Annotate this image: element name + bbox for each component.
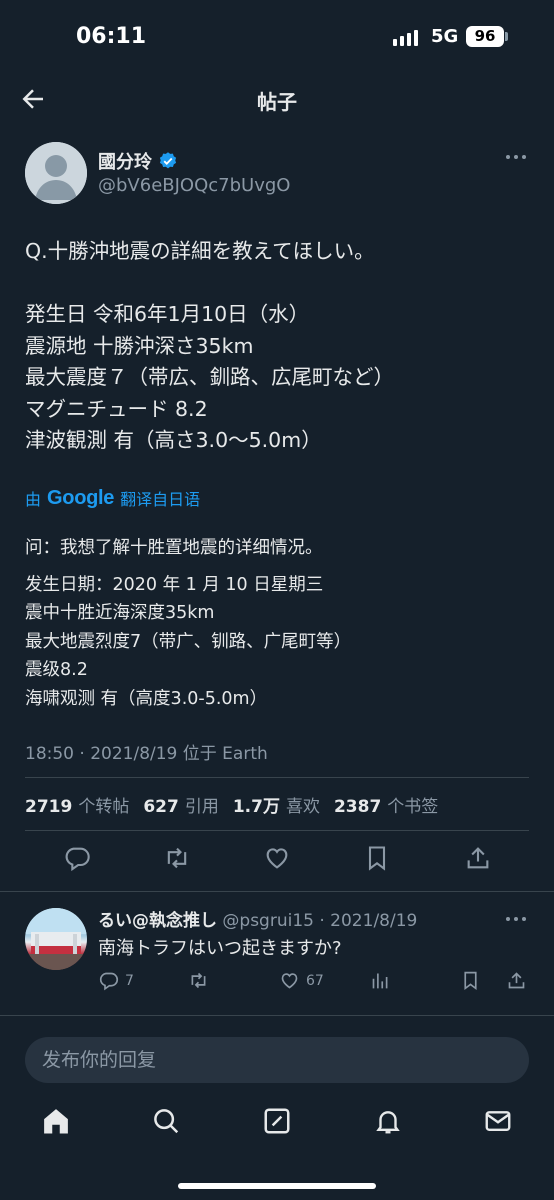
translated-line: 发生日期：2020 年 1 月 10 日星期三 <box>25 574 324 595</box>
translated-line: 震级8.2 <box>25 660 88 680</box>
share-icon[interactable] <box>464 844 492 872</box>
bookmark-icon <box>460 970 481 991</box>
battery-tip <box>505 32 508 41</box>
translated-line <box>25 563 535 571</box>
bookmark-icon[interactable] <box>363 844 391 872</box>
translation-attribution[interactable]: 由 Google 翻译自日语 <box>25 486 200 510</box>
reply-composer[interactable] <box>25 1037 529 1083</box>
network-type: 5G <box>431 26 459 47</box>
translate-prefix: 由 <box>25 490 42 509</box>
reply-icon[interactable] <box>63 844 91 872</box>
translated-line: 问：我想了解十胜置地震的详细情况。 <box>25 538 323 558</box>
like-count: 67 <box>306 972 324 989</box>
retweets-stat[interactable]: 2719 个转帖 <box>25 792 129 817</box>
translated-text: 问：我想了解十胜置地震的详细情况。 发生日期：2020 年 1 月 10 日星期… <box>25 534 535 713</box>
tweet-line: Q.十勝沖地震の詳細を教えてほしい。 <box>25 239 375 263</box>
reply-like-button[interactable]: 67 <box>279 970 324 991</box>
reply-actions: 7 67 <box>98 970 538 994</box>
author-name[interactable]: 國分玲 <box>98 148 178 174</box>
reply-bookmark-button[interactable] <box>460 970 481 991</box>
bookmarks-count: 2387 <box>333 797 382 817</box>
reply-share-button[interactable] <box>506 970 527 991</box>
search-icon[interactable] <box>151 1106 181 1136</box>
reply-handle-date[interactable]: @psgrui15 · 2021/8/19 <box>222 911 417 931</box>
translated-line: 海啸观测 有（高度3.0-5.0m） <box>25 688 268 709</box>
analytics-icon <box>370 970 391 991</box>
divider <box>0 1015 554 1016</box>
avatar[interactable] <box>25 142 87 204</box>
bookmarks-label: 个书签 <box>387 797 439 817</box>
more-options-icon[interactable] <box>505 912 527 926</box>
reply-retweet-button[interactable] <box>188 970 209 991</box>
reply-reply-button[interactable]: 7 <box>98 970 134 991</box>
notifications-icon[interactable] <box>373 1106 403 1136</box>
tweet-text: Q.十勝沖地震の詳細を教えてほしい。 発生日 令和6年1月10日（水） 震源地 … <box>25 236 535 457</box>
tweet-line: 震源地 十勝沖深さ35km <box>25 333 254 358</box>
retweets-count: 2719 <box>25 797 73 817</box>
page-title: 帖子 <box>257 90 297 114</box>
more-options-icon[interactable] <box>505 150 527 164</box>
top-bar: 帖子 <box>0 72 554 126</box>
bookmarks-stat[interactable]: 2387 个书签 <box>334 792 438 817</box>
tweet-line: マグニチュード 8.2 <box>25 396 208 421</box>
likes-label: 喜欢 <box>285 797 320 817</box>
tweet-line <box>25 268 535 300</box>
tweet-actions <box>0 844 554 878</box>
views-button[interactable] <box>370 970 391 991</box>
google-logo: Google <box>47 486 115 509</box>
signal-strength-icon <box>393 28 418 46</box>
like-icon <box>279 970 300 991</box>
likes-stat[interactable]: 1.7万 喜欢 <box>233 792 320 817</box>
messages-icon[interactable] <box>483 1106 513 1136</box>
reply-input[interactable] <box>25 1037 529 1083</box>
status-bar: 06:11 5G 96 <box>0 0 554 72</box>
battery-icon: 96 <box>466 26 504 47</box>
author-handle[interactable]: @bV6eBJOQc7bUvgO <box>98 175 290 196</box>
translated-line: 震中十胜近海深度35km <box>25 603 215 623</box>
share-icon <box>506 970 527 991</box>
bottom-navigation <box>0 1100 554 1150</box>
reply-icon <box>98 970 119 991</box>
quotes-stat[interactable]: 627 引用 <box>143 792 219 817</box>
retweet-icon[interactable] <box>163 844 191 872</box>
author-name-text: 國分玲 <box>98 152 152 173</box>
quotes-count: 627 <box>143 797 179 817</box>
avatar[interactable] <box>25 908 87 970</box>
retweet-icon <box>188 970 209 991</box>
divider <box>0 891 554 892</box>
tweet-timestamp[interactable]: 18:50 · 2021/8/19 位于 Earth <box>25 739 268 764</box>
divider <box>25 830 529 831</box>
tweet-stats: 2719 个转帖 627 引用 1.7万 喜欢 2387 个书签 <box>25 792 438 817</box>
status-time: 06:11 <box>76 24 147 49</box>
translated-line: 最大地震烈度7（带广、钏路、广尾町等） <box>25 631 352 652</box>
home-indicator <box>178 1183 376 1189</box>
reply-author-name[interactable]: るい@執念推し <box>98 911 217 931</box>
reply-tweet[interactable]: るい@執念推し @psgrui15 · 2021/8/19 南海トラフはいつ起き… <box>0 894 554 1004</box>
divider <box>25 777 529 778</box>
reply-header: るい@執念推し @psgrui15 · 2021/8/19 <box>98 906 417 931</box>
quotes-label: 引用 <box>184 797 219 817</box>
verified-badge-icon <box>158 151 178 171</box>
home-icon[interactable] <box>41 1106 71 1136</box>
likes-count: 1.7万 <box>232 797 280 817</box>
like-icon[interactable] <box>263 844 291 872</box>
grok-icon[interactable] <box>262 1106 292 1136</box>
tweet-line: 発生日 令和6年1月10日（水） <box>25 302 310 326</box>
tweet-line: 津波観測 有（高さ3.0〜5.0m） <box>25 428 322 452</box>
translate-suffix: 翻译自日语 <box>120 490 201 509</box>
retweets-label: 个转帖 <box>78 797 130 817</box>
reply-text: 南海トラフはいつ起きますか? <box>98 938 342 959</box>
tweet-line: 最大震度７（帯広、釧路、広尾町など） <box>25 365 394 389</box>
reply-count: 7 <box>125 972 134 989</box>
